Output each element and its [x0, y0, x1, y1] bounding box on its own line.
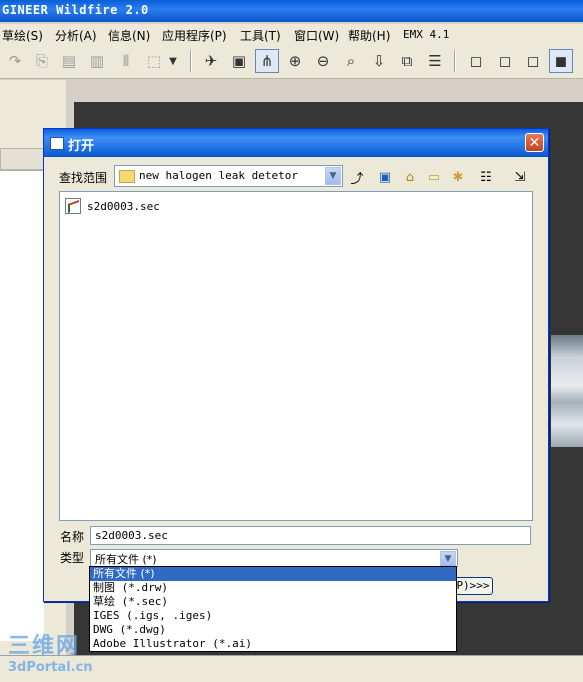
toolbar-separator [190, 50, 192, 72]
toolbar-separator [454, 50, 456, 72]
menu-tools[interactable]: 工具(T) [240, 27, 281, 44]
app-title: GINEER Wildfire 2.0 [2, 3, 149, 17]
type-option[interactable]: DWG (*.dwg) [90, 623, 456, 637]
dropdown-icon[interactable]: ▼ [166, 49, 180, 73]
watermark-logo: 三维网 3dPortal.cn [8, 634, 93, 675]
lookin-label: 查找范围 [59, 171, 108, 185]
model-geometry [551, 335, 583, 447]
menu-applications[interactable]: 应用程序(P) [162, 27, 227, 44]
preview-expand-button[interactable]: P)>>> [453, 577, 493, 595]
zoom-out-icon[interactable]: ⊖ [311, 49, 335, 73]
menu-emx[interactable]: EMX 4.1 [403, 28, 449, 41]
type-option[interactable]: 所有文件 (*) [90, 567, 456, 581]
sketch-setup-icon[interactable]: ▣ [227, 49, 251, 73]
chevron-down-icon[interactable]: ▼ [440, 551, 456, 567]
sketch-view-icon[interactable]: ✈ [199, 49, 223, 73]
file-name: s2d0003.sec [87, 199, 160, 213]
zoom-in-icon[interactable]: ⊕ [283, 49, 307, 73]
up-folder-icon[interactable]: ⤴ [347, 167, 367, 187]
app-titlebar: GINEER Wildfire 2.0 [0, 0, 583, 22]
type-label: 类型 [60, 551, 85, 565]
wireframe-icon[interactable]: ◻ [464, 49, 488, 73]
tools-icon[interactable]: ⇲ [510, 167, 530, 187]
type-option[interactable]: Adobe Illustrator (*.ai) [90, 637, 456, 651]
paste-icon[interactable]: ▤ [57, 49, 81, 73]
new-folder-icon[interactable]: ▭ [424, 167, 444, 187]
lookin-dropdown[interactable]: new halogen leak detetor ▼ [114, 165, 343, 187]
shading-icon[interactable]: ◼ [549, 49, 573, 73]
refit-icon[interactable]: ⌕ [339, 49, 363, 73]
menu-sketch[interactable]: 草绘(S) [2, 27, 43, 44]
list-item[interactable]: s2d0003.sec [65, 197, 160, 215]
view-menu-icon[interactable]: ☷ [476, 167, 496, 187]
type-option[interactable]: IGES (.igs, .iges) [90, 609, 456, 623]
working-dir-icon[interactable]: ✱ [448, 167, 468, 187]
file-list[interactable]: s2d0003.sec [59, 191, 533, 521]
model-tree-tab[interactable] [0, 148, 46, 170]
name-label: 名称 [60, 530, 85, 544]
main-toolbar: ↷ ⎘ ▤ ▥ ⫴ ⬚ ▼ ✈ ▣ ⋔ ⊕ ⊖ ⌕ ⇩ ⧉ ☰ ◻ ◻ ◻ ◼ [0, 44, 583, 79]
hidden-line-icon[interactable]: ◻ [493, 49, 517, 73]
close-button[interactable]: ✕ [525, 133, 544, 152]
layers-icon[interactable]: ☰ [423, 49, 447, 73]
sketch-file-icon [65, 198, 81, 214]
folder-icon [119, 170, 135, 183]
model-tree-area [0, 170, 44, 641]
session-icon[interactable]: ⌂ [400, 167, 420, 187]
dialog-title: 打开 [68, 139, 95, 154]
type-value: 所有文件 (*) [95, 553, 157, 566]
open-dialog: 打开 ✕ 查找范围 new halogen leak detetor ▼ ⤴ ▣… [43, 128, 549, 602]
menu-info[interactable]: 信息(N) [108, 27, 150, 44]
dialog-window-icon [50, 137, 64, 150]
menu-help[interactable]: 帮助(H) [348, 27, 390, 44]
type-options-list[interactable]: 所有文件 (*) 制图 (*.drw) 草绘 (*.sec) IGES (.ig… [89, 566, 457, 652]
type-option[interactable]: 制图 (*.drw) [90, 581, 456, 595]
datum-points-icon[interactable]: ⋔ [255, 49, 279, 73]
filename-input[interactable]: s2d0003.sec [90, 526, 531, 545]
chevron-down-icon[interactable]: ▼ [325, 167, 341, 185]
menu-window[interactable]: 窗口(W) [294, 27, 339, 44]
menu-analysis[interactable]: 分析(A) [55, 27, 97, 44]
menubar: 草绘(S) 分析(A) 信息(N) 应用程序(P) 工具(T) 窗口(W) 帮助… [0, 24, 583, 44]
select-box-icon[interactable]: ⬚ [142, 49, 166, 73]
type-option[interactable]: 草绘 (*.sec) [90, 595, 456, 609]
dialog-titlebar[interactable]: 打开 ✕ [44, 129, 548, 157]
type-dropdown[interactable]: 所有文件 (*) ▼ [90, 549, 458, 567]
desktop-icon[interactable]: ▣ [375, 167, 395, 187]
lookin-value: new halogen leak detetor [139, 169, 298, 182]
copy-icon[interactable]: ⎘ [30, 49, 54, 73]
redo-icon[interactable]: ↷ [3, 49, 27, 73]
reorient-icon[interactable]: ⇩ [367, 49, 391, 73]
paste-special-icon[interactable]: ▥ [85, 49, 109, 73]
mirror-icon[interactable]: ⫴ [114, 49, 138, 73]
view-list-icon[interactable]: ⧉ [395, 49, 419, 73]
no-hidden-icon[interactable]: ◻ [521, 49, 545, 73]
